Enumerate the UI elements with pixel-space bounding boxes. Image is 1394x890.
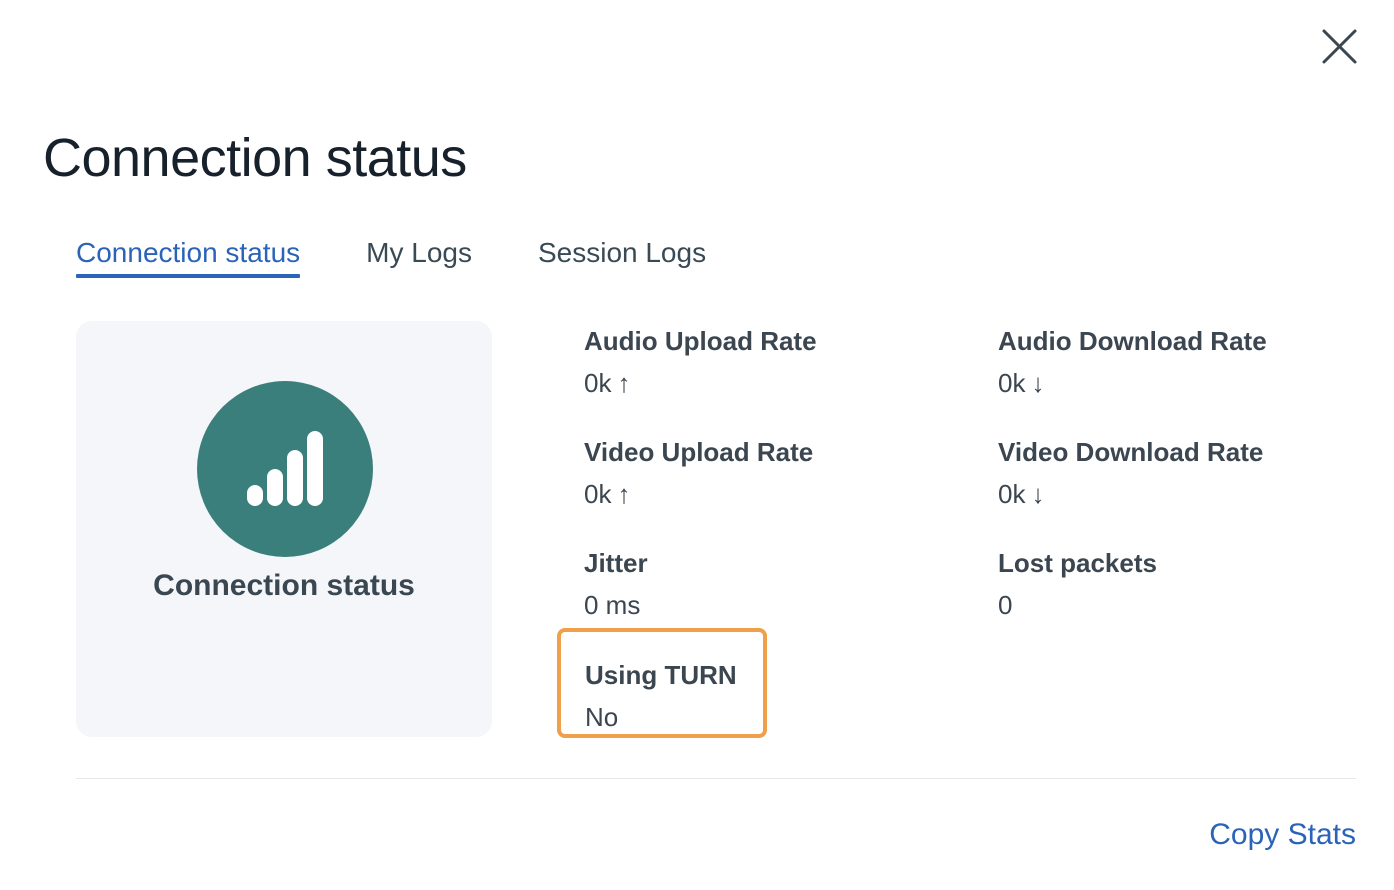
stat-audio-upload: Audio Upload Rate 0k ↑ [584,324,914,400]
connection-status-card: Connection status [76,321,492,737]
stat-audio-download: Audio Download Rate 0k ↓ [998,324,1328,400]
tab-connection-status[interactable]: Connection status [76,232,301,278]
stat-label: Audio Upload Rate [584,326,817,356]
stat-value-text: 0k [584,479,612,509]
stat-value: No [585,702,619,732]
signal-bars-icon [247,431,323,506]
stat-video-download: Video Download Rate 0k ↓ [998,435,1328,511]
stat-label: Audio Download Rate [998,326,1267,356]
copy-stats-button[interactable]: Copy Stats [1209,818,1356,852]
close-icon [1322,29,1357,64]
stat-value-text: 0k [998,479,1026,509]
stat-value: 0k ↓ [998,366,1328,400]
stat-value-text: 0k [584,368,612,398]
stat-value: 0k ↑ [584,366,914,400]
stat-using-turn: Using TURN No [585,658,915,734]
arrow-down-icon: ↓ [1031,479,1045,509]
stat-label: Video Download Rate [998,437,1264,467]
stat-value: 0 ms [584,590,641,620]
stat-value-text: 0k [998,368,1026,398]
dialog-title: Connection status [43,128,467,188]
arrow-down-icon: ↓ [1031,368,1045,398]
tab-bar: Connection status My Logs Session Logs [76,232,706,284]
stat-label: Video Upload Rate [584,437,814,467]
card-label: Connection status [153,569,415,602]
arrow-up-icon: ↑ [617,479,631,509]
tab-session-logs[interactable]: Session Logs [538,232,706,278]
stat-value: 0k ↑ [584,477,914,511]
stat-label: Jitter [584,548,648,578]
footer-divider [76,778,1356,779]
close-button[interactable] [1316,24,1362,70]
stat-jitter: Jitter 0 ms [584,546,914,622]
stat-value: 0k ↓ [998,477,1328,511]
arrow-up-icon: ↑ [617,368,631,398]
tab-my-logs[interactable]: My Logs [366,232,472,278]
stat-value: 0 [998,590,1013,620]
stat-video-upload: Video Upload Rate 0k ↑ [584,435,914,511]
signal-indicator [197,381,373,557]
stat-lost-packets: Lost packets 0 [998,546,1328,622]
stat-label: Lost packets [998,548,1157,578]
stat-label: Using TURN [585,660,737,690]
